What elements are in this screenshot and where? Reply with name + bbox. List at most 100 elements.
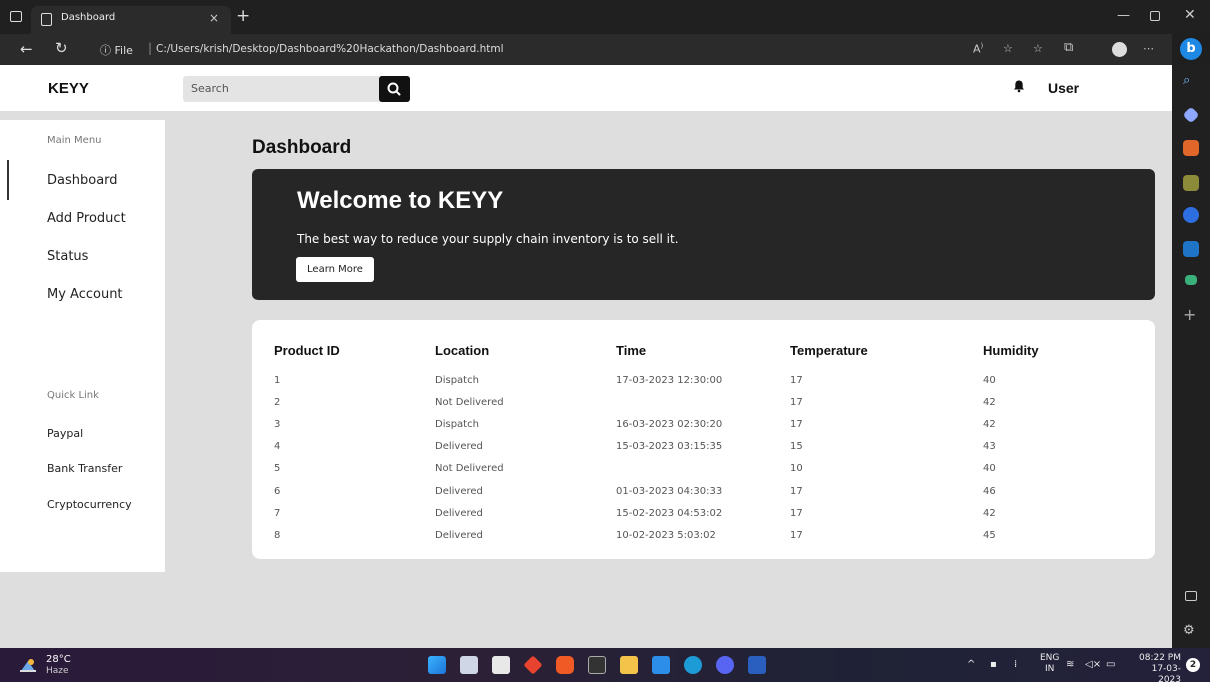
outlook-icon[interactable] (1183, 241, 1199, 257)
learn-more-button[interactable]: Learn More (296, 257, 374, 282)
add-icon[interactable]: + (1183, 305, 1199, 324)
bell-icon[interactable] (1012, 79, 1026, 93)
window-menu-icon[interactable] (10, 11, 22, 22)
microphone-icon[interactable]: ⁞ (1014, 659, 1017, 670)
user-menu[interactable]: User (1048, 80, 1079, 96)
clock-time: 08:22 PM (1139, 653, 1181, 663)
table-cell: 10 (790, 463, 803, 475)
vscode-icon[interactable] (652, 656, 670, 674)
table-cell: 40 (983, 375, 996, 386)
start-windows-icon[interactable] (428, 656, 446, 674)
notification-badge[interactable]: 2 (1186, 658, 1200, 672)
sidebar-item-dashboard[interactable]: Dashboard (47, 173, 118, 188)
file-explorer-icon[interactable] (620, 656, 638, 674)
epic-games-icon[interactable] (588, 656, 606, 674)
more-icon[interactable]: ⋯ (1143, 42, 1154, 55)
search-button[interactable] (379, 76, 410, 102)
tray-app-icon[interactable]: ▪ (990, 659, 997, 670)
word-icon[interactable] (748, 656, 766, 674)
tab-close-icon[interactable]: × (209, 11, 219, 25)
designer-icon[interactable] (1185, 275, 1197, 285)
url-field[interactable]: ⓘ File | C:/Users/krish/Desktop/Dashboar… (90, 38, 950, 61)
discord-icon[interactable] (716, 656, 734, 674)
new-tab-button[interactable]: + (236, 6, 250, 26)
brave-icon[interactable] (556, 656, 574, 674)
git-icon[interactable] (523, 655, 543, 675)
favorites-icon[interactable]: ☆ (1033, 42, 1043, 55)
wifi-icon[interactable]: ≋ (1066, 659, 1074, 670)
collections-icon[interactable]: ⧉ (1064, 40, 1073, 55)
language-indicator[interactable]: ENG IN (1040, 653, 1059, 675)
table-cell: 8 (274, 529, 281, 541)
browser-tab[interactable]: Dashboard × (31, 6, 231, 34)
table-cell: 15-02-2023 04:53:02 (616, 507, 723, 519)
quick-link-bank-transfer[interactable]: Bank Transfer (47, 462, 122, 475)
logo[interactable]: KEYY (48, 80, 89, 97)
tools-icon[interactable] (1183, 140, 1199, 156)
region-code: IN (1045, 664, 1055, 674)
weather-condition[interactable]: Haze (46, 666, 69, 676)
browser-tab-bar: Dashboard × + — ✕ (0, 0, 1210, 34)
quick-link-paypal[interactable]: Paypal (47, 427, 83, 440)
table-cell: 15-03-2023 03:15:35 (616, 441, 723, 453)
table-cell: Dispatch (435, 375, 479, 386)
settings-gear-icon[interactable]: ⚙ (1183, 623, 1199, 639)
table-cell: Not Delivered (435, 463, 504, 475)
sidebar: Main Menu Dashboard Add Product Status M… (0, 120, 165, 572)
office-icon[interactable] (1183, 207, 1199, 223)
page-icon (41, 13, 52, 26)
table-cell: 17 (790, 529, 803, 541)
page-title: Dashboard (252, 137, 352, 158)
edge-icon[interactable] (684, 656, 702, 674)
column-header-temperature: Temperature (790, 343, 868, 358)
shopping-icon[interactable] (1182, 106, 1200, 124)
banner-title: Welcome to KEYY (297, 187, 504, 214)
maximize-icon[interactable] (1150, 11, 1160, 21)
favorite-star-icon[interactable]: ☆ (1003, 42, 1013, 55)
search-input[interactable]: Search (183, 76, 410, 102)
url-text[interactable]: C:/Users/krish/Desktop/Dashboard%20Hacka… (156, 43, 504, 55)
weather-temp[interactable]: 28°C (46, 654, 71, 665)
weather-haze-icon[interactable] (19, 657, 37, 673)
games-icon[interactable] (1183, 175, 1199, 191)
bing-copilot-icon[interactable]: b (1180, 38, 1202, 60)
table-cell: 4 (274, 441, 281, 453)
table-cell: 43 (983, 441, 996, 453)
quick-link-cryptocurrency[interactable]: Cryptocurrency (47, 498, 132, 511)
task-view-icon[interactable] (460, 656, 478, 674)
store-icon[interactable] (492, 656, 510, 674)
volume-icon[interactable]: ◁× (1085, 659, 1101, 670)
table-cell: 42 (983, 419, 996, 431)
read-aloud-icon[interactable]: A) (973, 42, 983, 56)
main-menu-heading: Main Menu (47, 135, 102, 146)
table-cell: 10-02-2023 5:03:02 (616, 529, 716, 541)
sidebar-item-status[interactable]: Status (47, 249, 88, 264)
table-cell: Not Delivered (435, 397, 504, 409)
sidebar-item-my-account[interactable]: My Account (47, 287, 123, 302)
profile-avatar[interactable] (1112, 42, 1127, 57)
table-cell: Delivered (435, 529, 483, 541)
close-window-icon[interactable]: ✕ (1184, 7, 1196, 23)
table-cell: 3 (274, 419, 281, 431)
table-cell: 2 (274, 397, 281, 409)
back-icon[interactable]: ← (20, 40, 33, 58)
table-cell: 42 (983, 397, 996, 409)
tray-overflow-icon[interactable]: ^ (967, 659, 975, 670)
table-cell: Dispatch (435, 419, 479, 431)
column-header-time: Time (616, 343, 647, 358)
app-header: KEYY Search User (0, 65, 1172, 111)
battery-icon[interactable]: ▭ (1106, 659, 1115, 670)
table-cell: Delivered (435, 485, 483, 497)
site-info[interactable]: ⓘ File (100, 42, 133, 58)
sidebar-toggle-icon[interactable] (1185, 591, 1197, 601)
column-header-location: Location (435, 343, 490, 358)
minimize-icon[interactable]: — (1117, 8, 1130, 23)
clock[interactable]: 08:22 PM 17-03-2023 (1131, 653, 1181, 682)
table-cell: 5 (274, 463, 281, 475)
sidebar-item-add-product[interactable]: Add Product (47, 211, 126, 226)
table-cell: 17 (790, 397, 803, 409)
table-cell: 1 (274, 375, 281, 386)
search-icon (387, 82, 401, 96)
search-icon[interactable]: ⌕ (1183, 73, 1199, 89)
reload-icon[interactable]: ↻ (55, 39, 68, 57)
